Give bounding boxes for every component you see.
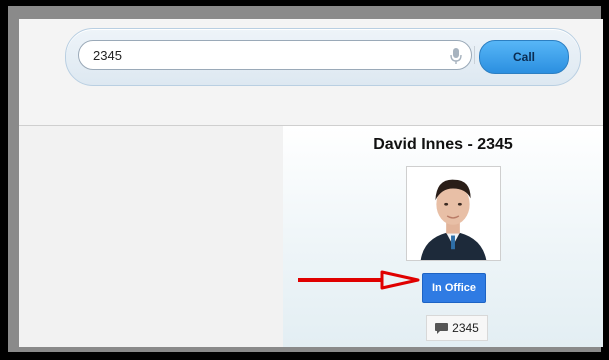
app-window: Call David Innes - 2345 In Office 2345 xyxy=(19,19,603,347)
left-panel xyxy=(19,126,283,347)
chat-bubble-icon xyxy=(435,322,449,334)
microphone-icon[interactable] xyxy=(449,47,463,65)
contact-card: David Innes - 2345 In Office 2345 xyxy=(283,126,603,347)
search-divider xyxy=(474,46,475,64)
call-button[interactable]: Call xyxy=(479,40,569,74)
search-input[interactable] xyxy=(78,40,472,70)
search-bar-area: Call xyxy=(19,19,603,126)
extension-chip[interactable]: 2345 xyxy=(426,315,488,341)
extension-number: 2345 xyxy=(452,321,479,335)
search-bar: Call xyxy=(65,28,581,86)
contact-photo xyxy=(406,166,501,261)
status-in-office-button[interactable]: In Office xyxy=(422,273,486,303)
red-arrow-annotation xyxy=(298,270,420,290)
contact-name: David Innes - 2345 xyxy=(373,136,513,153)
